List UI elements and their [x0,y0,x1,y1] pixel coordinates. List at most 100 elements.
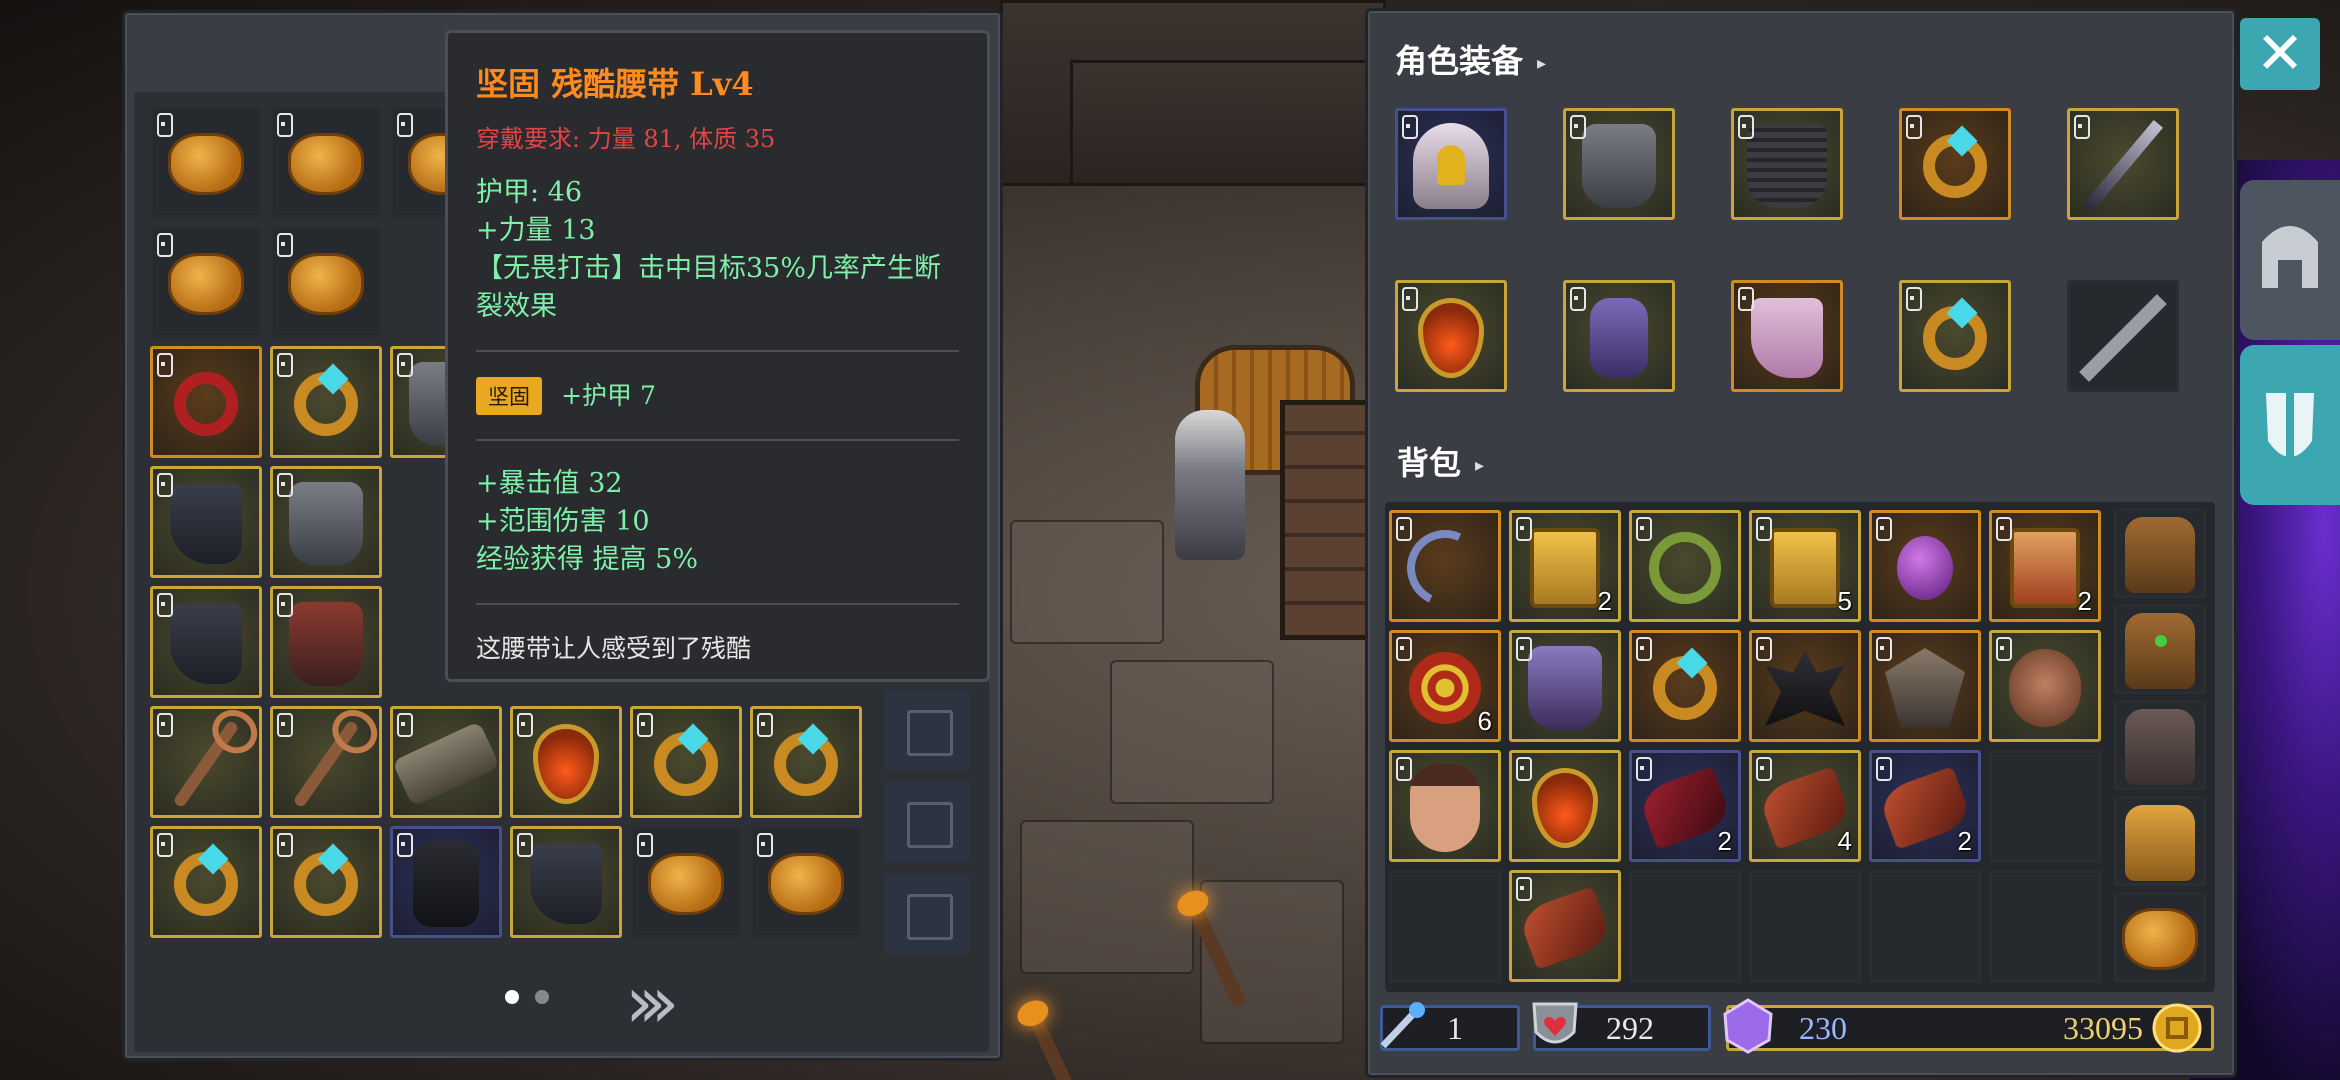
backpack-slot[interactable] [1509,630,1621,742]
equipment-slot[interactable] [2067,280,2179,392]
backpack-slot[interactable] [1389,750,1501,862]
stash-slot[interactable] [270,586,382,698]
stack-count: 2 [1717,826,1732,856]
red-ring-icon [174,372,238,437]
stash-slot[interactable] [510,826,622,938]
tab-equipment[interactable] [2240,180,2340,340]
stash-slot[interactable] [270,466,382,578]
equipment-slot[interactable] [1899,280,2011,392]
stash-slot[interactable] [150,466,262,578]
stash-slot[interactable] [750,706,862,818]
backpack-slot[interactable] [1629,630,1741,742]
stash-page-tab[interactable] [885,690,970,770]
backpack-slot[interactable] [1749,870,1861,982]
equipment-slot[interactable] [1395,280,1507,392]
staff-icon [292,719,360,809]
backpack-title[interactable]: 背包 [1397,438,1484,484]
backpack-slot[interactable]: 5 [1749,510,1861,622]
backpack-bag-tab[interactable] [2114,796,2206,886]
stack-count: 6 [1477,706,1492,736]
bag-icon [651,856,721,913]
lock-icon [1996,637,2012,661]
stash-slot[interactable] [150,226,262,338]
close-button[interactable]: ✕ [2240,18,2320,90]
backpack-slot[interactable] [1509,750,1621,862]
spiky-helm-icon [1765,650,1845,727]
backpack-slot[interactable] [1869,630,1981,742]
backpack-slot[interactable] [1869,870,1981,982]
backpack-slot[interactable]: 2 [1989,510,2101,622]
lock-icon [1906,287,1922,311]
gauntlet-icon [413,841,479,928]
stash-slot[interactable] [390,706,502,818]
bag-gray-icon [2125,708,2195,785]
horned-mask-icon [1885,648,1965,729]
gem-icon [317,363,349,395]
backpack-slot[interactable] [1989,630,2101,742]
stash-page-tab[interactable] [885,874,970,954]
stash-slot[interactable] [270,106,382,218]
backpack-bag-tab[interactable] [2114,604,2206,694]
next-page-button[interactable]: ››› [625,960,680,1044]
gem-count: 230 [1799,1010,1847,1046]
backpack-slot[interactable]: 2 [1629,750,1741,862]
stash-slot[interactable] [270,346,382,458]
backpack-slot[interactable] [1389,510,1501,622]
backpack-bag-tab[interactable] [2114,508,2206,598]
page-indicator[interactable] [535,990,549,1004]
lock-icon [157,593,173,617]
equipment-slot[interactable] [1731,108,1843,220]
backpack-slot[interactable] [1989,870,2101,982]
backpack-slot[interactable]: 6 [1389,630,1501,742]
equipment-slot[interactable] [1563,108,1675,220]
backpack-slot[interactable] [1509,870,1621,982]
backpack-slot[interactable] [1389,870,1501,982]
tab-inventory[interactable] [2240,345,2340,505]
backpack-bag-tab[interactable] [2114,700,2206,790]
gold-coin-icon [2152,1003,2202,1053]
stash-slot[interactable] [510,706,622,818]
backpack-slot[interactable] [1989,750,2101,862]
lock-icon [277,113,293,137]
lock-icon [1402,287,1418,311]
wand-counter: 1 [1380,1002,1520,1051]
lock-icon [1756,517,1772,541]
gem-icon [317,843,349,875]
chainmail-icon [1747,124,1827,209]
stash-slot[interactable] [150,106,262,218]
bag-icon [171,256,241,313]
equipment-slot[interactable] [1899,108,2011,220]
sword-shield-icon [2266,375,2314,465]
portrait-icon [1410,764,1480,853]
backpack-bag-tab[interactable] [2114,892,2206,982]
backpack-slot[interactable]: 2 [1509,510,1621,622]
backpack-slot[interactable]: 4 [1749,750,1861,862]
backpack-slot[interactable] [1629,870,1741,982]
stash-slot[interactable] [150,706,262,818]
equipment-slot[interactable] [1563,280,1675,392]
stash-slot[interactable] [630,826,742,938]
bonus-stat: +范围伤害 10 [476,506,650,537]
stash-slot[interactable] [750,826,862,938]
backpack-slot[interactable] [1749,630,1861,742]
backpack-slot[interactable] [1629,510,1741,622]
ring-icon [774,723,838,797]
stat-line: 护甲: 46 [476,177,583,208]
backpack-slot[interactable]: 2 [1869,750,1981,862]
stash-slot[interactable] [270,706,382,818]
equipment-slot[interactable] [1731,280,1843,392]
stash-slot[interactable] [150,826,262,938]
equipment-slot[interactable] [2067,108,2179,220]
stash-slot[interactable] [150,346,262,458]
stash-slot[interactable] [150,586,262,698]
stash-page-tab[interactable] [885,782,970,862]
equipment-title[interactable]: 角色装备 [1395,36,1546,82]
stash-slot[interactable] [390,826,502,938]
backpack-slot[interactable] [1869,510,1981,622]
stash-slot[interactable] [270,226,382,338]
stat-line: +力量 13 [476,215,596,246]
stash-slot[interactable] [270,826,382,938]
equipment-slot[interactable] [1395,108,1507,220]
lock-icon [1570,287,1586,311]
stash-slot[interactable] [630,706,742,818]
